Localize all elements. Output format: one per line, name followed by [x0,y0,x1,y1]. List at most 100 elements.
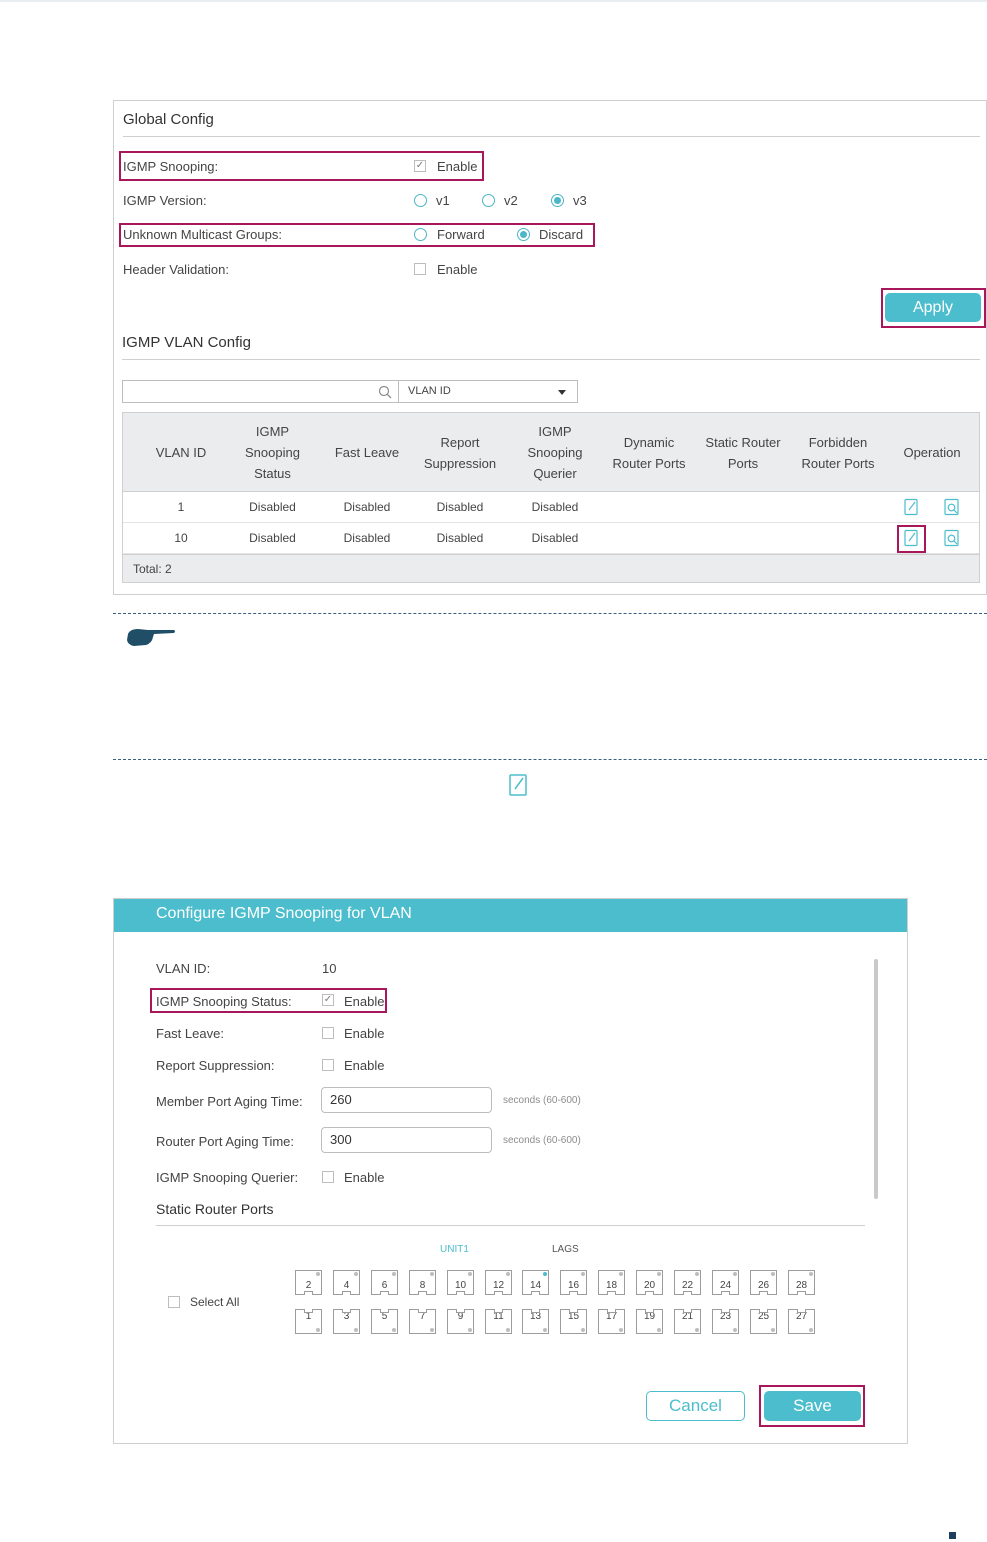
cell-status: Disabled [249,500,296,514]
router-aging-hint: seconds (60-600) [503,1135,581,1146]
port-number: 4 [343,1280,350,1291]
version-v1-label: v1 [436,193,450,208]
port-led [392,1328,396,1332]
port-24[interactable]: 24 [712,1270,739,1295]
port-11[interactable]: 11 [485,1309,512,1334]
port-6[interactable]: 6 [371,1270,398,1295]
querier-checkbox[interactable] [322,1171,334,1183]
port-number: 18 [605,1280,618,1291]
port-19[interactable]: 19 [636,1309,663,1334]
port-5[interactable]: 5 [371,1309,398,1334]
port-17[interactable]: 17 [598,1309,625,1334]
port-20[interactable]: 20 [636,1270,663,1295]
port-7[interactable]: 7 [409,1309,436,1334]
port-notch [569,1309,578,1313]
port-9[interactable]: 9 [447,1309,474,1334]
header-validation-label: Header Validation: [123,262,229,277]
port-led [468,1328,472,1332]
search-input[interactable] [122,380,399,403]
port-led [354,1272,358,1276]
port-led [506,1328,510,1332]
port-23[interactable]: 23 [712,1309,739,1334]
select-all-checkbox[interactable] [168,1296,180,1308]
port-26[interactable]: 26 [750,1270,777,1295]
view-icon[interactable] [944,529,960,547]
cell-report-suppression: Disabled [436,531,484,545]
version-v3-label: v3 [573,193,587,208]
port-12[interactable]: 12 [485,1270,512,1295]
global-config-title: Global Config [123,111,214,128]
discard-radio[interactable] [517,228,530,241]
edit-icon[interactable] [904,529,920,547]
header-validation-checkbox[interactable] [414,263,426,275]
port-14[interactable]: 14 [522,1270,549,1295]
port-number: 28 [795,1280,808,1291]
port-16[interactable]: 16 [560,1270,587,1295]
port-10[interactable]: 10 [447,1270,474,1295]
port-22[interactable]: 22 [674,1270,701,1295]
cell-fast-leave: Disabled [343,531,391,545]
view-icon[interactable] [944,498,960,516]
table-header: VLAN ID IGMP Snooping Status Fast Leave … [123,413,979,492]
port-led [468,1272,472,1276]
cancel-button[interactable]: Cancel [646,1391,745,1421]
port-notch [645,1291,654,1295]
port-led [809,1328,813,1332]
port-13[interactable]: 13 [522,1309,549,1334]
port-notch [342,1309,351,1313]
tab-unit1[interactable]: UNIT1 [440,1244,469,1255]
cell-status: Disabled [249,531,296,545]
member-aging-input[interactable]: 260 [321,1087,492,1113]
fast-leave-checkbox[interactable] [322,1027,334,1039]
note-top-divider [113,613,987,614]
cell-report-suppression: Disabled [436,500,484,514]
version-v1-radio[interactable] [414,194,427,207]
port-25[interactable]: 25 [750,1309,777,1334]
port-number: 12 [492,1280,505,1291]
port-28[interactable]: 28 [788,1270,815,1295]
version-v2-radio[interactable] [482,194,495,207]
port-led [733,1328,737,1332]
save-button[interactable]: Save [764,1391,861,1421]
port-notch [531,1309,540,1313]
dialog-scrollbar[interactable] [874,959,878,1199]
note-bottom-divider [113,759,987,760]
edit-icon[interactable] [904,498,920,516]
port-led [430,1328,434,1332]
vlan-id-label: VLAN ID: [156,961,211,976]
port-3[interactable]: 3 [333,1309,360,1334]
section-divider [156,1225,865,1226]
tab-lags[interactable]: LAGS [552,1244,579,1255]
fast-leave-label: Fast Leave: [156,1026,224,1041]
port-led [543,1328,547,1332]
filter-select[interactable]: VLAN ID [398,380,578,403]
port-led [316,1272,320,1276]
snooping-status-label: IGMP Snooping Status: [156,994,292,1009]
port-15[interactable]: 15 [560,1309,587,1334]
unknown-multicast-label: Unknown Multicast Groups: [123,227,282,242]
table-row: 1 Disabled Disabled Disabled Disabled [123,492,979,523]
router-aging-input[interactable]: 300 [321,1127,492,1153]
snooping-status-checkbox[interactable]: ✓ [322,994,334,1006]
table-row: 10 Disabled Disabled Disabled Disabled [123,523,979,554]
port-1[interactable]: 1 [295,1309,322,1334]
report-suppression-checkbox[interactable] [322,1059,334,1071]
member-aging-hint: seconds (60-600) [503,1095,581,1106]
port-4[interactable]: 4 [333,1270,360,1295]
igmp-snooping-checkbox[interactable]: ✓ [414,160,426,172]
port-21[interactable]: 21 [674,1309,701,1334]
report-suppression-label: Report Suppression: [156,1058,275,1073]
port-27[interactable]: 27 [788,1309,815,1334]
apply-button[interactable]: Apply [885,293,981,322]
port-notch [304,1291,313,1295]
version-v3-radio[interactable] [551,194,564,207]
port-2[interactable]: 2 [295,1270,322,1295]
port-18[interactable]: 18 [598,1270,625,1295]
port-8[interactable]: 8 [409,1270,436,1295]
forward-label: Forward [437,227,485,242]
col-static-router-ports: Static Router Ports [705,434,781,471]
port-led [771,1272,775,1276]
port-number: 26 [757,1280,770,1291]
forward-radio[interactable] [414,228,427,241]
discard-label: Discard [539,227,584,242]
